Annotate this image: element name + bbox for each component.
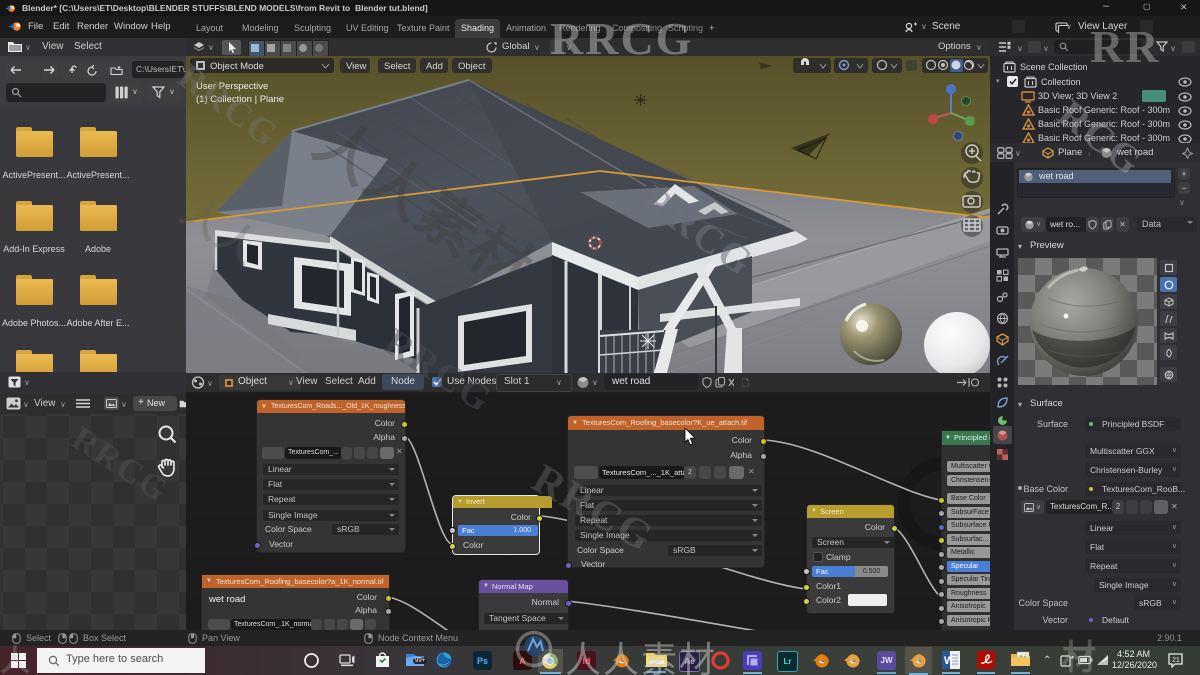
svg-text:21: 21 bbox=[1172, 657, 1180, 664]
svg-text:Object Mode: Object Mode bbox=[210, 61, 264, 72]
svg-text:(1) Collection | Plane: (1) Collection | Plane bbox=[196, 94, 284, 105]
svg-text:Add: Add bbox=[426, 61, 443, 72]
svg-text:User Perspective: User Perspective bbox=[196, 81, 268, 92]
svg-text:View: View bbox=[346, 61, 367, 72]
svg-text:Select: Select bbox=[384, 61, 411, 72]
svg-text:Object: Object bbox=[458, 61, 486, 72]
